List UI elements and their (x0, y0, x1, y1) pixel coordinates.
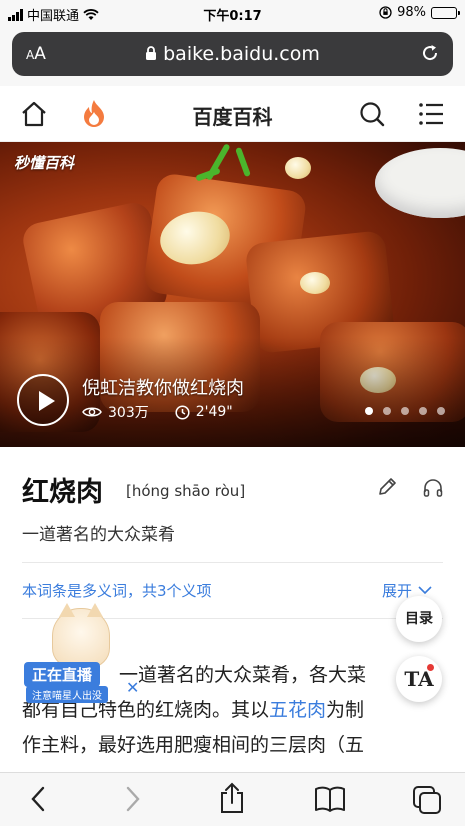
battery-group: 98% (379, 5, 460, 20)
clock-icon (175, 404, 190, 420)
rotation-lock-icon (379, 6, 392, 19)
chevron-down-icon (418, 586, 432, 595)
entry-pinyin: [hóng shāo ròu] (126, 482, 246, 500)
garlic-image (300, 272, 330, 294)
headphones-icon[interactable] (422, 477, 444, 499)
tabs-icon[interactable] (412, 785, 442, 815)
url-text: baike.baidu.com (163, 43, 320, 65)
lock-icon (146, 46, 157, 60)
play-button[interactable] (17, 374, 69, 426)
carousel-dot[interactable] (419, 407, 427, 415)
battery-percent: 98% (397, 5, 426, 20)
browser-toolbar (0, 772, 465, 826)
carousel-dot[interactable] (401, 407, 409, 415)
entry-summary: 一道著名的大众菜肴 (22, 525, 175, 545)
video-meta: 303万 2'49" (82, 402, 233, 422)
video-duration: 2'49" (195, 404, 233, 420)
eye-icon (82, 407, 102, 417)
search-icon[interactable] (358, 100, 386, 128)
live-sub-label: 注意喵星人出没 (26, 686, 108, 703)
polysemy-note[interactable]: 本词条是多义词，共3个义项 (22, 580, 212, 601)
browser-address-area: AA baike.baidu.com (0, 26, 465, 86)
battery-icon (431, 6, 460, 19)
carousel-dot[interactable] (383, 407, 391, 415)
body-line: 作主料，最好选用肥瘦相间的三层肉（五 (22, 734, 365, 756)
live-label: 正在直播 (24, 662, 101, 687)
reload-icon[interactable] (419, 42, 441, 64)
notification-dot (427, 664, 434, 671)
menu-icon[interactable] (418, 101, 444, 127)
live-badge[interactable]: 正在直播 注意喵星人出没 ✕ (22, 603, 140, 703)
pork-belly-link[interactable]: 五花肉 (269, 699, 326, 721)
back-icon[interactable] (28, 785, 48, 813)
entry-title: 红烧肉 (22, 477, 103, 508)
view-count: 303万 (108, 405, 149, 421)
cat-mascot-icon (52, 603, 110, 668)
bookmarks-icon[interactable] (314, 785, 346, 813)
video-title: 倪虹洁教你做红烧肉 (82, 378, 244, 399)
ta-button[interactable]: TA (396, 656, 442, 702)
share-icon[interactable] (218, 782, 246, 814)
toc-button[interactable]: 目录 (396, 596, 442, 642)
url-display[interactable]: baike.baidu.com (12, 43, 453, 65)
carousel-dots[interactable] (365, 407, 445, 415)
pencil-icon[interactable] (376, 476, 398, 498)
body-text: 一道著名的大众菜肴，各大菜 (119, 664, 367, 686)
carousel-dot[interactable] (365, 407, 373, 415)
carousel-dot[interactable] (437, 407, 445, 415)
divider (22, 562, 443, 563)
scallion-image (235, 146, 251, 178)
page-title: 百度百科 (192, 105, 273, 129)
body-text: 为制 (326, 699, 365, 721)
forward-icon[interactable] (123, 785, 143, 813)
site-header: 百度百科 (0, 86, 465, 142)
bowl-image (375, 148, 465, 218)
brand-watermark: 秒懂百科 (14, 154, 75, 172)
address-bar[interactable]: AA baike.baidu.com (12, 32, 453, 76)
garlic-image (285, 157, 311, 179)
status-bar: 中国联通 下午0:17 98% (0, 0, 465, 26)
video-banner[interactable]: 秒懂百科 倪虹洁教你做红烧肉 303万 2'49" (0, 142, 465, 447)
close-icon[interactable]: ✕ (126, 678, 139, 697)
